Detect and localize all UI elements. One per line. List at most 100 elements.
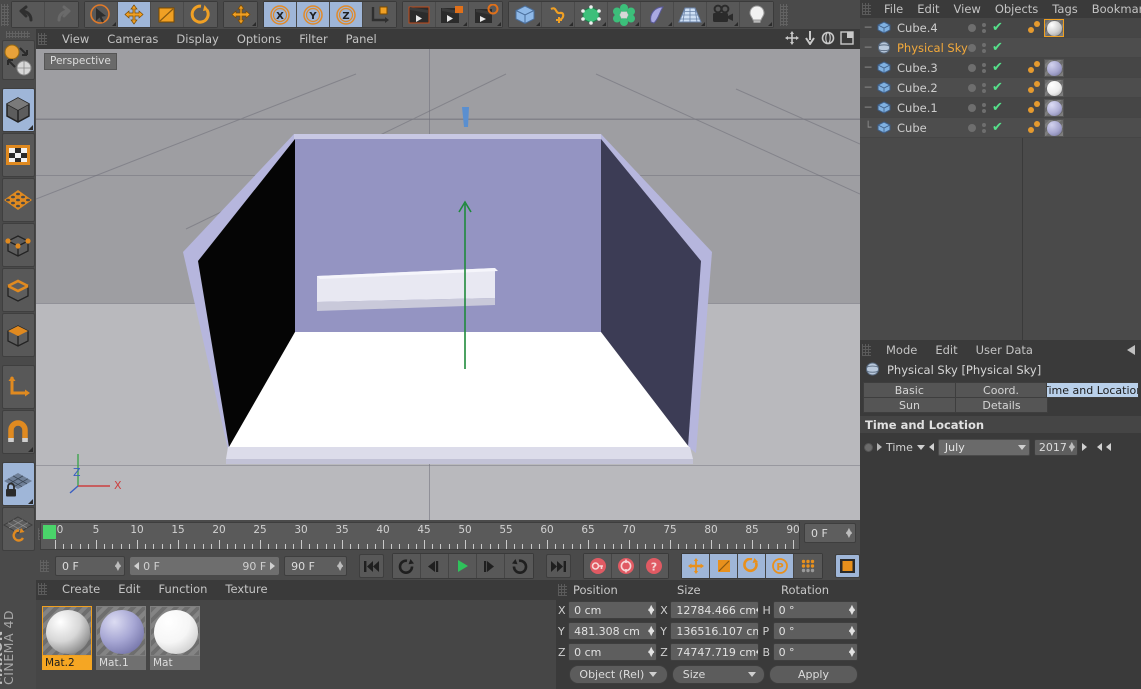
render-dots-icon[interactable] (982, 123, 986, 133)
enabled-check-icon[interactable]: ✔ (992, 61, 1003, 74)
visibility-dot-icon[interactable] (968, 64, 976, 72)
visibility-dot-icon[interactable] (968, 84, 976, 92)
spinner-icon[interactable]: ▲▼ (648, 604, 654, 616)
spinner-icon[interactable]: ▲▼ (849, 604, 855, 616)
enabled-check-icon[interactable]: ✔ (992, 121, 1003, 134)
generator-button[interactable] (575, 2, 608, 27)
enabled-check-icon[interactable]: ✔ (992, 41, 1003, 54)
time-rewind-arrow-icon[interactable] (1096, 443, 1102, 451)
object-row-cube[interactable]: └ Cube ✔ (860, 118, 1141, 138)
rotation-b-field[interactable]: 0 ° ▲ ▼ (772, 643, 858, 661)
key-position-button[interactable] (682, 554, 711, 578)
attribute-menu-user-data[interactable]: User Data (967, 341, 1042, 359)
spinner-icon[interactable]: ▲▼ (846, 527, 852, 539)
tag-dots-icon[interactable] (1028, 80, 1042, 96)
play-backwards-loop-button[interactable] (393, 554, 422, 578)
coordinate-gripper[interactable] (558, 583, 567, 596)
lock-y-button[interactable]: Y (297, 2, 330, 27)
lock-workplane-button[interactable] (1, 462, 35, 506)
viewport-menu-cameras[interactable]: Cameras (98, 30, 167, 48)
model-mode-button[interactable] (1, 88, 35, 132)
current-frame-field[interactable]: 0 F ▲ ▼ (804, 523, 856, 543)
attribute-menu-gripper[interactable] (862, 344, 871, 356)
timeline-playhead[interactable] (43, 525, 56, 539)
position-z-field[interactable]: 0 cm ▲ ▼ (568, 643, 658, 661)
material-item[interactable]: Mat (150, 606, 200, 689)
enabled-check-icon[interactable]: ✔ (992, 81, 1003, 94)
toolbar-gripper[interactable] (1, 3, 9, 26)
key-pla-button[interactable] (794, 554, 823, 578)
go-to-start-button[interactable] (359, 554, 385, 578)
workplane-button[interactable] (1, 507, 35, 551)
timeline-frame-field[interactable]: 0 F ▲ ▼ (804, 523, 856, 543)
tag-dots-icon[interactable] (1028, 120, 1042, 136)
coord-mode-dropdown[interactable]: Object (Rel) (569, 664, 668, 684)
visibility-dot-icon[interactable] (968, 24, 976, 32)
timeline-button[interactable] (835, 554, 860, 578)
redo-button[interactable] (45, 2, 78, 27)
range-right-arrow-icon[interactable] (270, 562, 276, 570)
previous-frame-button[interactable] (421, 554, 450, 578)
deformer-button[interactable] (608, 2, 641, 27)
material-menu-texture[interactable]: Texture (216, 580, 276, 598)
size-x-field[interactable]: 12784.466 cm ▲▼ (670, 601, 760, 619)
object-menu-edit[interactable]: Edit (910, 0, 946, 18)
object-row-cube-3[interactable]: ─ Cube.3 ✔ (860, 58, 1141, 78)
visibility-dot-icon[interactable] (968, 124, 976, 132)
preview-end-field[interactable]: 90 F ▲ ▼ (284, 556, 348, 576)
lock-z-button[interactable]: Z (330, 2, 363, 27)
tab-details[interactable]: Details (955, 397, 1048, 413)
size-z-field[interactable]: 74747.719 cm ▲▼ (670, 643, 760, 661)
undo-button[interactable] (12, 2, 45, 27)
material-item[interactable]: Mat.2 (42, 606, 92, 689)
spinner-icon[interactable]: ▲▼ (648, 625, 654, 637)
scale-tool-button[interactable] (151, 2, 184, 27)
orbit-icon[interactable] (821, 31, 835, 48)
tag-dots-icon[interactable] (1028, 100, 1042, 116)
material-menu-gripper[interactable] (38, 583, 47, 595)
object-menu-gripper[interactable] (862, 3, 871, 15)
polygon-mode-button[interactable] (1, 313, 35, 357)
material-menu-function[interactable]: Function (150, 580, 217, 598)
size-y-field[interactable]: 136516.107 cm ▲▼ (670, 622, 760, 640)
attribute-menu-edit[interactable]: Edit (926, 341, 966, 359)
spinner-icon[interactable]: ▲▼ (756, 646, 758, 658)
range-left-arrow-icon[interactable] (134, 562, 140, 570)
autokeying-button[interactable] (612, 554, 641, 578)
timeline-range-slider[interactable]: 0 F 90 F (129, 556, 281, 576)
point-mode-button[interactable] (1, 223, 35, 267)
attribute-menu-mode[interactable]: Mode (877, 341, 926, 359)
material-menu-edit[interactable]: Edit (109, 580, 149, 598)
object-menu-tags[interactable]: Tags (1045, 0, 1084, 18)
time-radio[interactable] (864, 442, 873, 452)
object-row-cube-2[interactable]: ─ Cube.2 ✔ (860, 78, 1141, 98)
object-list[interactable]: ─ Cube.4 ✔ ─ Physical Sky ✔ ─ Cube.3 ✔ ─… (860, 18, 1141, 340)
spinner-icon[interactable]: ▲▼ (1069, 441, 1075, 453)
year-field[interactable]: 2017 ▲ ▼ (1033, 438, 1078, 456)
environment-button[interactable] (674, 2, 707, 27)
spinner-icon[interactable]: ▲▼ (849, 646, 855, 658)
enable-axis-button[interactable] (1, 365, 35, 409)
material-swatch[interactable] (96, 606, 146, 656)
visibility-dot-icon[interactable] (968, 104, 976, 112)
pan-icon[interactable] (785, 31, 799, 48)
rotate-tool-button[interactable] (184, 2, 217, 27)
mograph-button[interactable] (641, 2, 674, 27)
material-tag[interactable] (1044, 19, 1064, 37)
object-menu-bookmarks[interactable]: Bookmarks (1085, 0, 1141, 18)
chevron-down-icon[interactable] (916, 444, 925, 450)
material-tag[interactable] (1044, 79, 1064, 97)
timeline-ruler[interactable]: 0 5 10 15 20 25 30 35 40 45 50 55 60 65 70 75 80 85 90 (40, 522, 800, 550)
object-row-cube-1[interactable]: ─ Cube.1 ✔ (860, 98, 1141, 118)
render-settings-button[interactable] (469, 2, 502, 27)
tab-basic[interactable]: Basic (863, 382, 956, 398)
material-tag[interactable] (1044, 119, 1064, 137)
object-menu-view[interactable]: View (947, 0, 988, 18)
spinner-icon[interactable]: ▲▼ (756, 604, 758, 616)
render-view-button[interactable] (403, 2, 436, 27)
viewport-menu-gripper[interactable] (38, 33, 47, 45)
object-row-physical-sky[interactable]: ─ Physical Sky ✔ (860, 38, 1141, 58)
render-dots-icon[interactable] (982, 23, 986, 33)
render-dots-icon[interactable] (982, 43, 986, 53)
object-row-cube-4[interactable]: ─ Cube.4 ✔ (860, 18, 1141, 38)
